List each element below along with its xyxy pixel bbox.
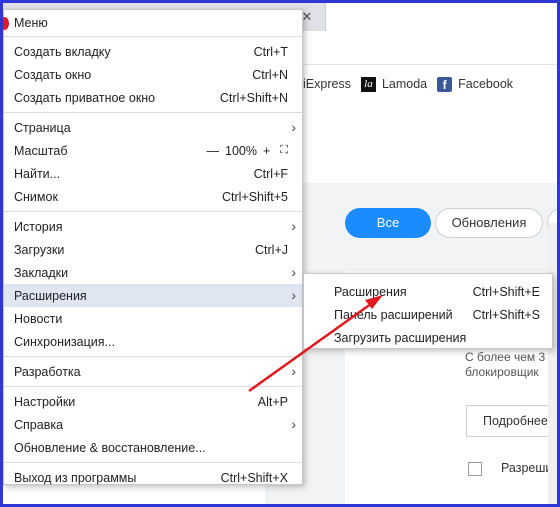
bookmark-lamoda[interactable]: la Lamoda <box>360 76 427 92</box>
menu-item-update-recovery[interactable]: Обновление & восстановление... <box>4 436 302 459</box>
menu-item-find[interactable]: Найти... Ctrl+F <box>4 162 302 185</box>
filter-updates-button[interactable]: Обновления <box>435 208 543 238</box>
submenu-item-extensions-panel[interactable]: Панель расширений Ctrl+Shift+S <box>304 303 552 326</box>
chevron-right-icon: › <box>291 264 296 280</box>
menu-item-developer[interactable]: Разработка › <box>4 360 302 383</box>
extension-description: С более чем 3 блокировщик <box>465 350 546 379</box>
menu-item-new-tab[interactable]: Создать вкладку Ctrl+T <box>4 40 302 63</box>
menu-separator <box>4 386 302 387</box>
menu-item-downloads[interactable]: Загрузки Ctrl+J <box>4 238 302 261</box>
bookmark-facebook[interactable]: f Facebook <box>437 76 513 92</box>
bookmarks-bar: iExpress la Lamoda f Facebook <box>303 73 513 95</box>
menu-separator <box>4 112 302 113</box>
extensions-submenu: Расширения Ctrl+Shift+E Панель расширений… <box>303 273 553 349</box>
zoom-level: 100% <box>225 143 257 158</box>
bookmark-aliexpress[interactable]: iExpress <box>303 77 351 91</box>
submenu-item-extensions[interactable]: Расширения Ctrl+Shift+E <box>304 280 552 303</box>
menu-item-private-window[interactable]: Создать приватное окно Ctrl+Shift+N <box>4 86 302 109</box>
fullscreen-icon[interactable]: ⛶ <box>280 144 288 157</box>
lamoda-icon: la <box>360 76 376 92</box>
submenu-item-get-extensions[interactable]: Загрузить расширения <box>304 326 552 349</box>
chevron-right-icon: › <box>291 218 296 234</box>
chevron-right-icon: › <box>291 363 296 379</box>
menu-item-bookmarks[interactable]: Закладки › <box>4 261 302 284</box>
menu-item-help[interactable]: Справка › <box>4 413 302 436</box>
filter-all-button[interactable]: Все <box>345 208 431 238</box>
zoom-out-button[interactable]: — <box>207 144 220 158</box>
page-scrollbar[interactable] <box>548 223 557 504</box>
screenshot-frame: ✕ iExpress la Lamoda f Facebook Все Обно… <box>3 3 557 504</box>
opera-main-menu: Меню Создать вкладку Ctrl+T Создать окно C… <box>3 9 303 485</box>
menu-separator <box>4 211 302 212</box>
facebook-icon: f <box>437 76 453 92</box>
allow-checkbox[interactable] <box>468 462 482 476</box>
zoom-controls: — 100% + ⛶ <box>207 144 289 158</box>
chevron-right-icon: › <box>291 287 296 303</box>
active-tab[interactable] <box>325 3 557 31</box>
chevron-right-icon: › <box>291 416 296 432</box>
menu-header[interactable]: Меню <box>3 10 302 37</box>
zoom-in-button[interactable]: + <box>263 144 270 158</box>
menu-item-extensions[interactable]: Расширения › <box>4 284 302 307</box>
menu-item-settings[interactable]: Настройки Alt+P <box>4 390 302 413</box>
chevron-right-icon: › <box>291 119 296 135</box>
menu-separator <box>4 356 302 357</box>
menu-item-sync[interactable]: Синхронизация... <box>4 330 302 353</box>
menu-item-page[interactable]: Страница › <box>4 116 302 139</box>
more-details-button[interactable]: Подробнее <box>466 405 557 437</box>
menu-item-exit[interactable]: Выход из программы Ctrl+Shift+X <box>4 466 302 489</box>
menu-item-snapshot[interactable]: Снимок Ctrl+Shift+5 <box>4 185 302 208</box>
menu-item-new-window[interactable]: Создать окно Ctrl+N <box>4 63 302 86</box>
opera-logo-icon <box>3 17 9 30</box>
menu-item-zoom: Масштаб — 100% + ⛶ <box>14 143 289 158</box>
menu-item-history[interactable]: История › <box>4 215 302 238</box>
menu-item-news[interactable]: Новости <box>4 307 302 330</box>
menu-separator <box>4 462 302 463</box>
allow-checkbox-label: Разреши <box>501 461 553 475</box>
